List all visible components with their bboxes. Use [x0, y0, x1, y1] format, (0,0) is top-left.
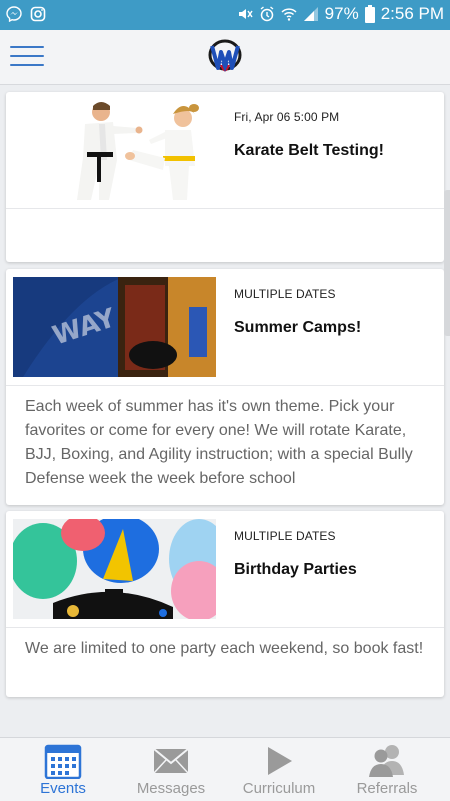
instagram-icon: [30, 6, 46, 22]
event-card-header: Fri, Apr 06 5:00 PM Karate Belt Testing!: [6, 92, 444, 209]
event-card-header: WAY MULTIPLE DATES Summer Camps!: [6, 269, 444, 386]
tab-messages[interactable]: Messages: [115, 738, 227, 801]
event-card[interactable]: WAY MULTIPLE DATES Summer Camps! Each we…: [6, 269, 444, 505]
signal-icon: [303, 7, 318, 21]
status-bar: 97% 2:56 PM: [0, 0, 450, 30]
event-title: Summer Camps!: [234, 319, 362, 336]
punching-bag-image: WAY: [13, 277, 216, 377]
tab-label: Messages: [136, 780, 206, 797]
hamburger-menu-button[interactable]: [10, 44, 44, 68]
envelope-icon: [153, 748, 189, 774]
play-icon: [268, 747, 292, 775]
battery-percent: 97%: [324, 4, 359, 23]
martial-arts-logo: [208, 39, 242, 72]
event-date: MULTIPLE DATES: [234, 287, 336, 301]
battery-icon: [364, 5, 375, 23]
tab-referrals[interactable]: Referrals: [331, 738, 443, 801]
mute-icon: [238, 9, 253, 19]
event-title: Birthday Parties: [234, 561, 357, 578]
scroll-handle[interactable]: [444, 190, 450, 336]
alarm-icon: [260, 6, 274, 22]
event-card[interactable]: MULTIPLE DATES Birthday Parties We are l…: [6, 511, 444, 697]
summer-camp-photo: WAY: [13, 277, 216, 377]
bottom-navigation: Events Messages Curriculum Referrals: [0, 737, 450, 801]
tab-events[interactable]: Events: [7, 738, 119, 801]
hamburger-icon: [10, 46, 44, 48]
event-description: We are limited to one party each weekend…: [25, 640, 424, 657]
tab-curriculum[interactable]: Curriculum: [223, 738, 335, 801]
tab-label: Curriculum: [242, 780, 316, 797]
karate-photo: [13, 100, 216, 200]
event-date: Fri, Apr 06 5:00 PM: [234, 110, 340, 124]
event-card[interactable]: Fri, Apr 06 5:00 PM Karate Belt Testing!: [6, 92, 444, 262]
people-icon: [369, 745, 404, 777]
birthday-photo: [13, 519, 216, 619]
event-description: Each week of summer has it's own theme. …: [25, 398, 413, 487]
event-date: MULTIPLE DATES: [234, 529, 336, 543]
tab-label: Events: [40, 780, 86, 797]
messenger-icon: [6, 6, 22, 22]
app-bar: [0, 30, 450, 85]
balloons-image: [13, 519, 216, 619]
karate-kids-image: [77, 102, 199, 200]
clock: 2:56 PM: [380, 4, 444, 23]
event-card-header: MULTIPLE DATES Birthday Parties: [6, 511, 444, 628]
tab-label: Referrals: [356, 780, 418, 797]
event-title: Karate Belt Testing!: [234, 142, 384, 159]
wifi-icon: [281, 8, 297, 21]
calendar-icon: [44, 744, 82, 779]
